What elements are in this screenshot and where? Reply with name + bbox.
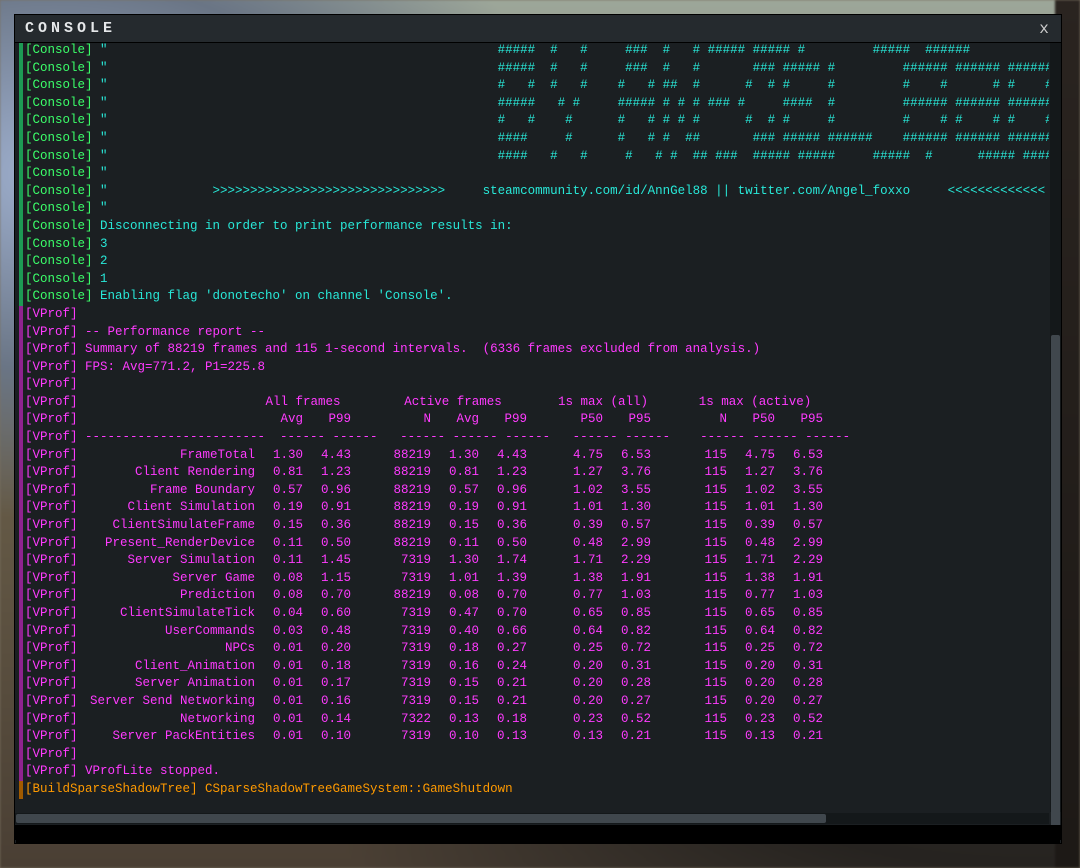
console-output: [Console] " ##### # # ### # # ##### ####…: [15, 43, 1049, 812]
vprof-row: [VProf] ClientSimulateFrame0.150.3688219…: [19, 517, 1049, 535]
vprof-row: [VProf] Networking0.010.1473220.130.180.…: [19, 711, 1049, 729]
console-line: [VProf]: [19, 306, 1049, 324]
console-body: [Console] " ##### # # ### # # ##### ####…: [15, 43, 1061, 843]
vprof-row: [VProf] Server Animation0.010.1773190.15…: [19, 675, 1049, 693]
console-line: [Console] Disconnecting in order to prin…: [19, 218, 1049, 236]
vprof-row: [VProf] NPCs0.010.2073190.180.270.250.72…: [19, 640, 1049, 658]
close-button[interactable]: x: [1033, 18, 1055, 40]
vprof-row: [VProf] Frame Boundary0.570.96882190.570…: [19, 482, 1049, 500]
console-line: [Console] 3: [19, 236, 1049, 254]
vscroll-track[interactable]: [1050, 43, 1061, 812]
console-line: [Console] 1: [19, 271, 1049, 289]
console-line: [Console] 2: [19, 253, 1049, 271]
console-line: [Console] ": [19, 200, 1049, 218]
console-input[interactable]: [16, 830, 1060, 843]
vprof-row: [VProf] Client_Animation0.010.1873190.16…: [19, 658, 1049, 676]
console-line: [Console] ": [19, 165, 1049, 183]
console-line: [Console] Enabling flag 'donotecho' on c…: [19, 288, 1049, 306]
hscroll-thumb[interactable]: [16, 814, 826, 823]
console-line: [VProf] FPS: Avg=771.2, P1=225.8: [19, 359, 1049, 377]
vprof-row: [VProf] AvgP99NAvgP99P50P95NP50P95: [19, 411, 1049, 429]
console-line: [Console] " ##### # # ### # # ### ##### …: [19, 60, 1049, 78]
vprof-row: [VProf] FrameTotal1.304.43882191.304.434…: [19, 447, 1049, 465]
vprof-row: [VProf] Server Simulation0.111.4573191.3…: [19, 552, 1049, 570]
console-line: [Console] " >>>>>>>>>>>>>>>>>>>>>>>>>>>>…: [19, 183, 1049, 201]
window-title: CONSOLE: [25, 20, 116, 37]
console-line: [Console] " ##### # # ##### # # # ### # …: [19, 95, 1049, 113]
vprof-row: [VProf] Server Send Networking0.010.1673…: [19, 693, 1049, 711]
vprof-row: [VProf] All framesActive frames1s max (a…: [19, 394, 1049, 412]
console-input-row: [15, 825, 1061, 840]
vprof-row: [VProf] Server Game0.081.1573191.011.391…: [19, 570, 1049, 588]
console-window: CONSOLE x [Console] " ##### # # ### # # …: [14, 14, 1062, 844]
vprof-row: [VProf] Client Rendering0.811.23882190.8…: [19, 464, 1049, 482]
console-line: [Console] " ##### # # ### # # ##### ####…: [19, 43, 1049, 60]
console-line: [Console] " # # # # # # # # # # # # # # …: [19, 112, 1049, 130]
console-line: [VProf] Summary of 88219 frames and 115 …: [19, 341, 1049, 359]
vscroll-thumb[interactable]: [1051, 335, 1060, 830]
console-line: [BuildSparseShadowTree] CSparseShadowTre…: [19, 781, 1049, 799]
vprof-row: [VProf] Present_RenderDevice0.110.508821…: [19, 535, 1049, 553]
console-line: [VProf]: [19, 746, 1049, 764]
console-line: [Console] " #### # # # # # ## ### ##### …: [19, 148, 1049, 166]
vprof-row: [VProf] Prediction0.080.70882190.080.700…: [19, 587, 1049, 605]
console-line: [VProf] -- Performance report --: [19, 324, 1049, 342]
vprof-row: [VProf] Client Simulation0.190.91882190.…: [19, 499, 1049, 517]
vprof-row: [VProf] ------------------------ ------ …: [19, 429, 1049, 447]
vprof-row: [VProf] Server PackEntities0.010.1073190…: [19, 728, 1049, 746]
console-line: [Console] " #### # # # # ## ### ##### ##…: [19, 130, 1049, 148]
titlebar: CONSOLE x: [15, 15, 1061, 43]
console-line: [Console] " # # # # # # ## # # # # # # #…: [19, 77, 1049, 95]
vprof-row: [VProf] UserCommands0.030.4873190.400.66…: [19, 623, 1049, 641]
vprof-row: [VProf] ClientSimulateTick0.040.6073190.…: [19, 605, 1049, 623]
console-line: [VProf]: [19, 376, 1049, 394]
console-line: [VProf] VProfLite stopped.: [19, 763, 1049, 781]
